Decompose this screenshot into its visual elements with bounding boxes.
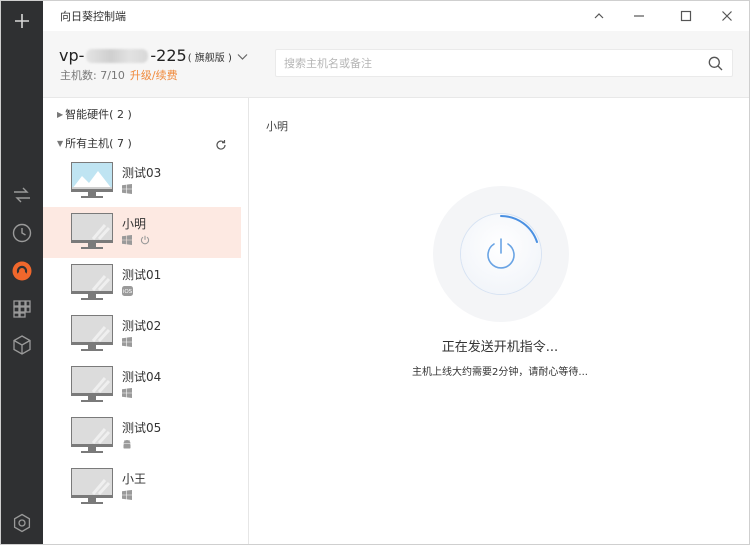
account-name-prefix: vp- <box>59 46 85 65</box>
collapse-icon[interactable] <box>584 1 614 31</box>
search-icon[interactable] <box>708 56 723 75</box>
refresh-icon[interactable] <box>215 136 227 155</box>
windows-icon <box>122 235 132 245</box>
group-all-hosts[interactable]: ▼ 所有主机( 7 ) <box>57 135 132 151</box>
monitor-thumbnail <box>71 213 113 249</box>
account-switcher[interactable]: vp- -225 ( 旗舰版 ) <box>59 46 248 65</box>
windows-icon <box>122 490 132 500</box>
power-icon[interactable] <box>140 235 150 245</box>
host-name: 测试03 <box>122 166 162 180</box>
remote-control-icon[interactable] <box>1 177 43 213</box>
caret-down-icon: ▼ <box>57 138 64 148</box>
caret-right-icon: ▶ <box>57 109 64 119</box>
host-name: 测试02 <box>122 319 162 333</box>
host-list-pane: ▶ 智能硬件( 2 ) ▼ 所有主机( 7 ) 测试03 小明 测试01 iOS… <box>43 98 249 544</box>
host-count: 主机数: 7/10 升级/续费 <box>60 67 178 83</box>
title-bar: 向日葵控制端 <box>43 1 749 31</box>
add-icon[interactable] <box>1 3 43 39</box>
app-title: 向日葵控制端 <box>60 10 126 23</box>
host-item-xiaowang[interactable]: 小王 <box>43 462 241 513</box>
redacted-account-id <box>86 48 149 63</box>
app-window: 向日葵控制端 vp- -225 ( 旗舰版 ) 主机数: 7/10 升级/续费 <box>0 0 750 545</box>
search-input[interactable] <box>284 54 694 72</box>
status-hint: 主机上线大约需要2分钟，请耐心等待... <box>412 367 588 378</box>
ios-icon: iOS <box>122 286 133 296</box>
monitor-thumbnail <box>71 162 113 198</box>
host-item-ceshi02[interactable]: 测试02 <box>43 309 241 360</box>
windows-icon <box>122 337 132 347</box>
sunlogin-logo-icon[interactable] <box>1 253 43 289</box>
search-box <box>275 49 733 77</box>
cube-icon[interactable] <box>1 327 43 363</box>
monitor-thumbnail <box>71 366 113 402</box>
selected-host-title: 小明 <box>266 120 288 133</box>
boot-progress-indicator <box>433 186 569 322</box>
minimize-icon[interactable] <box>624 1 654 31</box>
host-name: 小明 <box>122 217 147 231</box>
group-label: 所有主机( 7 ) <box>65 137 132 150</box>
windows-icon <box>122 388 132 398</box>
apps-grid-icon[interactable] <box>1 291 43 327</box>
host-count-label: 主机数: 7/10 <box>60 69 125 82</box>
host-detail-pane: 小明 正在发送开机指令... 主机上线大约需要2分钟，请耐心等待... <box>249 98 749 544</box>
monitor-thumbnail <box>71 264 113 300</box>
edition-label: ( 旗舰版 ) <box>187 53 232 64</box>
group-label: 智能硬件( 2 ) <box>65 108 132 121</box>
host-name: 测试05 <box>122 421 162 435</box>
windows-icon <box>122 184 132 194</box>
host-item-ceshi01[interactable]: 测试01 iOS <box>43 258 241 309</box>
group-smart-hardware[interactable]: ▶ 智能硬件( 2 ) <box>57 106 132 122</box>
chevron-down-icon[interactable] <box>237 46 248 65</box>
nav-rail <box>1 1 43 544</box>
monitor-thumbnail <box>71 468 113 504</box>
status-message: 正在发送开机指令... <box>441 340 559 355</box>
host-item-ceshi04[interactable]: 测试04 <box>43 360 241 411</box>
android-icon <box>123 439 131 449</box>
host-item-xiaoming[interactable]: 小明 <box>43 207 241 258</box>
power-on-icon <box>487 215 538 269</box>
svg-text:iOS: iOS <box>123 289 133 295</box>
monitor-thumbnail <box>71 315 113 351</box>
monitor-thumbnail <box>71 417 113 453</box>
close-icon[interactable] <box>712 1 742 31</box>
host-name: 小王 <box>122 472 147 486</box>
host-name: 测试01 <box>122 268 162 282</box>
maximize-icon[interactable] <box>671 1 701 31</box>
host-name: 测试04 <box>122 370 162 384</box>
settings-icon[interactable] <box>1 505 43 541</box>
account-header: vp- -225 ( 旗舰版 ) 主机数: 7/10 升级/续费 <box>43 31 749 98</box>
host-item-ceshi03[interactable]: 测试03 <box>43 156 241 207</box>
history-icon[interactable] <box>1 215 43 251</box>
host-item-ceshi05[interactable]: 测试05 <box>43 411 241 462</box>
upgrade-link[interactable]: 升级/续费 <box>130 69 178 82</box>
account-name-suffix: -225 <box>150 46 187 65</box>
